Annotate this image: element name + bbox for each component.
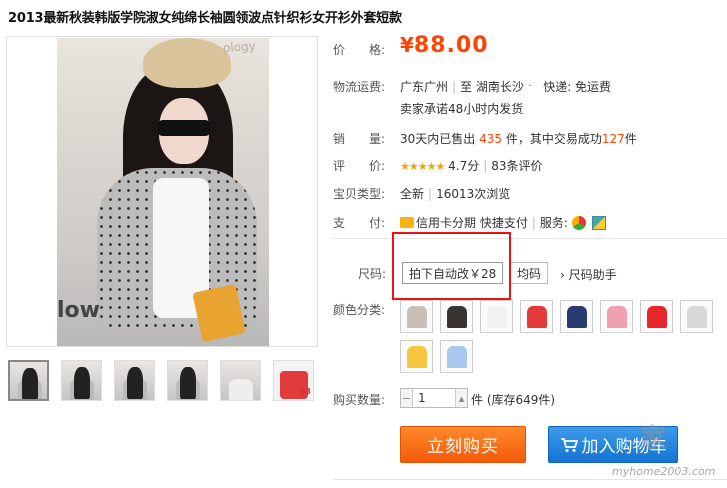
payment-label: 支 付:: [333, 216, 386, 230]
thumbnail-4[interactable]: [167, 360, 208, 401]
color-swatch[interactable]: [480, 300, 513, 333]
chevron-down-icon: ˇ: [527, 84, 532, 93]
express-pay-link[interactable]: 快捷支付: [480, 216, 528, 230]
photo-sign-text: low: [57, 298, 100, 323]
sales-label: 销 量:: [333, 132, 386, 146]
color-swatch[interactable]: [440, 340, 473, 373]
color-swatch[interactable]: [560, 300, 593, 333]
color-swatch[interactable]: [640, 300, 673, 333]
quantity-label: 购买数量:: [333, 393, 386, 407]
model-photo: ology low: [57, 38, 269, 346]
payment-info: 信用卡分期 快捷支付 | 服务:: [400, 214, 606, 231]
item-type-label: 宝贝类型:: [333, 187, 386, 201]
bottom-divider: [333, 479, 727, 480]
sales-count: 435: [479, 132, 503, 146]
watermark-logo: 家: [640, 424, 667, 454]
thumbnail-1[interactable]: [8, 360, 49, 401]
color-swatch[interactable]: [400, 340, 433, 373]
size-label: 尺码:: [358, 267, 387, 281]
shipping-route: 广东广州 | 至 湖南长沙 ˇ 快递: 免运费: [400, 80, 612, 94]
rating-label: 评 价:: [333, 159, 386, 173]
color-swatch[interactable]: [600, 300, 633, 333]
size-option-one-size[interactable]: 均码: [510, 262, 549, 284]
main-product-image[interactable]: ology low: [6, 36, 318, 347]
shipping-method: 快递: 免运费: [543, 80, 612, 94]
watermark-url: myhome2003.com: [612, 465, 716, 478]
buy-now-button[interactable]: 立刻购买: [400, 426, 526, 463]
color-swatch[interactable]: [520, 300, 553, 333]
size-helper-link[interactable]: › 尺码助手: [560, 266, 617, 283]
color-swatch[interactable]: [440, 300, 473, 333]
rating-info: ★★★★★ 4.7分 | 83条评价: [400, 159, 543, 173]
thumbnail-6[interactable]: 03: [273, 360, 314, 401]
plus-icon[interactable]: ▴: [455, 389, 467, 407]
shipping-note: 卖家承诺48小时内发货: [400, 102, 524, 116]
color-label: 颜色分类:: [333, 303, 386, 317]
price-label: 价 格:: [333, 43, 386, 57]
chevron-right-icon: ›: [560, 268, 565, 282]
minus-icon[interactable]: −: [401, 389, 413, 407]
thumbnail-5[interactable]: [220, 360, 261, 401]
quantity-stepper[interactable]: − 1 ▴: [400, 388, 468, 408]
thumbnail-strip: 03: [8, 360, 314, 401]
highlight-box: [392, 232, 511, 300]
thumbnail-3[interactable]: [114, 360, 155, 401]
view-count: 16013次浏览: [436, 187, 511, 201]
star-rating-icon: ★★★★★: [400, 160, 445, 173]
credit-card-icon: [400, 217, 414, 228]
rating-score: 4.7分: [448, 159, 480, 173]
destination-select[interactable]: 湖南长沙 ˇ: [476, 80, 532, 94]
product-title: 2013最新秋装韩版学院淑女纯绵长袖圆领波点针织衫女开衫外套短款: [8, 11, 402, 26]
thumbnail-2[interactable]: [61, 360, 102, 401]
cart-icon: [560, 437, 578, 452]
quantity-input[interactable]: 1: [413, 389, 455, 407]
shipping-label: 物流运费:: [333, 80, 386, 94]
item-type-info: 全新 | 16013次浏览: [400, 187, 511, 201]
stock-info: 件 (库存649件): [471, 393, 556, 407]
guarantee-icon[interactable]: [591, 216, 606, 230]
color-swatch[interactable]: [400, 300, 433, 333]
color-swatch[interactable]: [680, 300, 713, 333]
credit-installment-link[interactable]: 信用卡分期: [416, 216, 476, 230]
sales-info: 30天内已售出 435 件，其中交易成功127件: [400, 132, 637, 146]
price-value: ¥88.00: [400, 33, 489, 58]
reviews-link[interactable]: 83条评价: [491, 159, 542, 173]
photo-logo-text: ology: [222, 38, 257, 56]
success-count: 127: [601, 132, 625, 146]
seven-day-return-icon[interactable]: [571, 216, 586, 230]
